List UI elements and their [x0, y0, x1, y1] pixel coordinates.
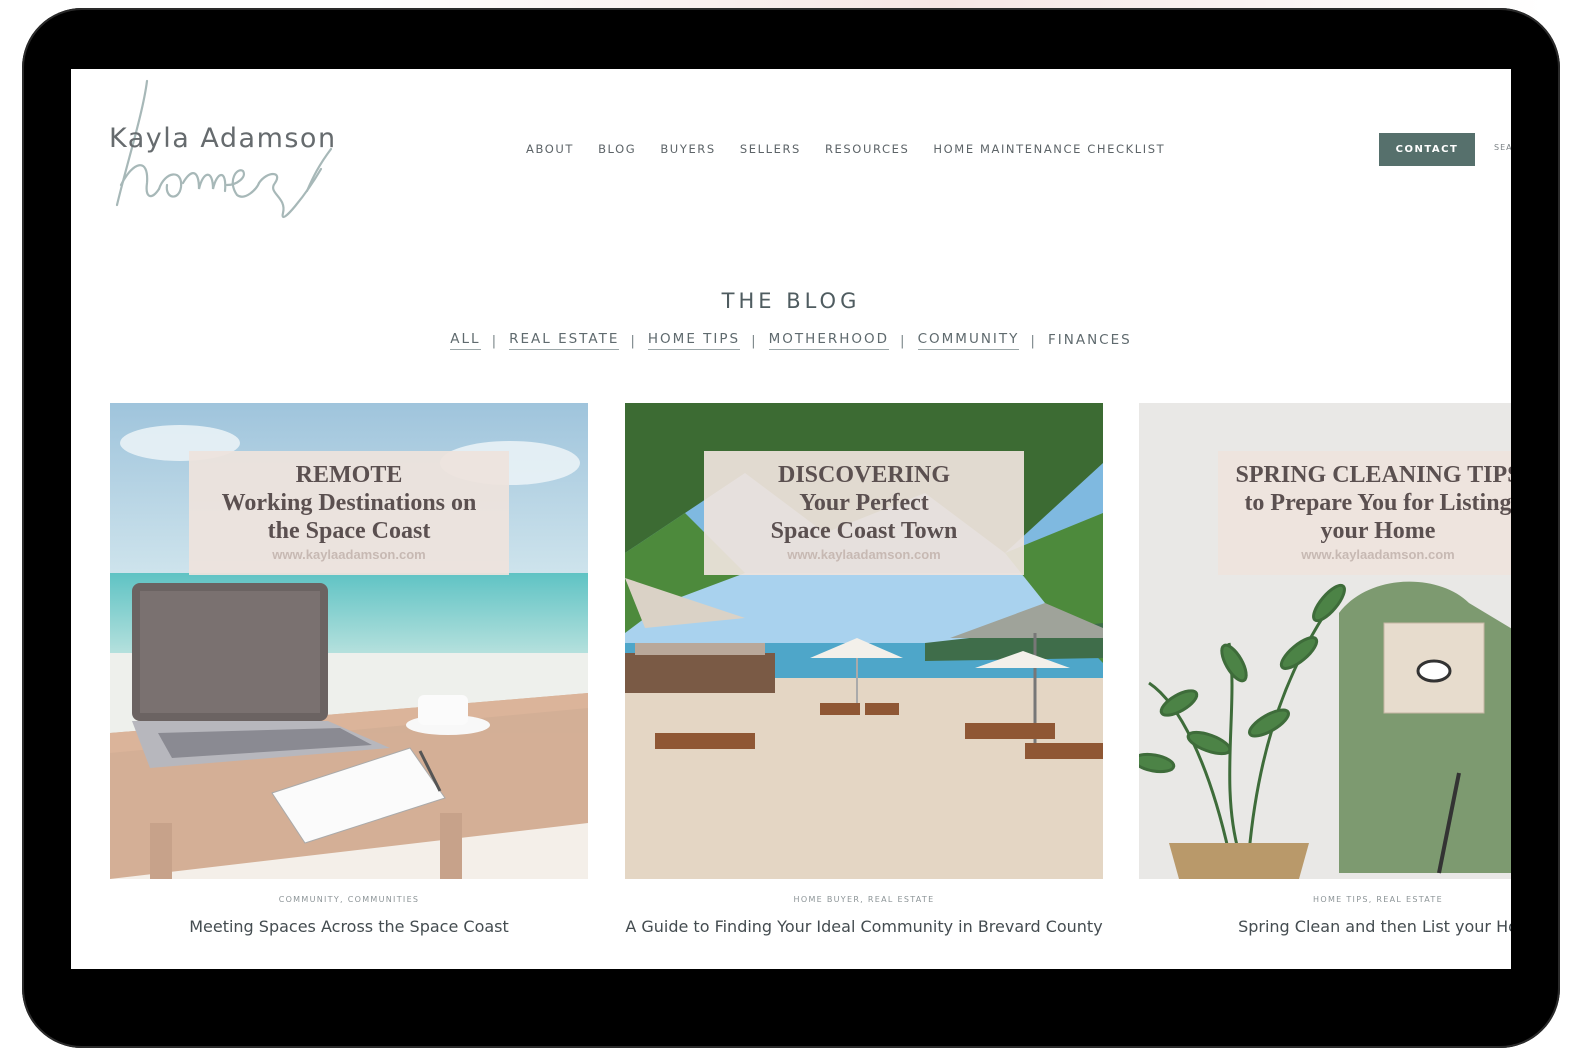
nav-blog[interactable]: BLOG — [598, 142, 636, 156]
thumbnail-url: www.kaylaadamson.com — [272, 547, 426, 562]
thumbnail-title-line: your Home — [1320, 518, 1436, 544]
post-categories[interactable]: COMMUNITY, COMMUNITIES — [110, 895, 588, 904]
filter-finances[interactable]: FINANCES — [1048, 332, 1132, 350]
filter-home-tips[interactable]: HOME TIPS — [647, 331, 741, 350]
post-categories[interactable]: HOME TIPS, REAL ESTATE — [1139, 895, 1511, 904]
main-nav: ABOUT BLOG BUYERS SELLERS RESOURCES HOME… — [526, 142, 1189, 156]
nav-about[interactable]: ABOUT — [526, 142, 574, 156]
post-title[interactable]: Meeting Spaces Across the Space Coast — [110, 916, 588, 938]
blog-card[interactable]: SPRING CLEANING TIPS to Prepare You for … — [1139, 403, 1511, 938]
thumbnail-title-line: Working Destinations on — [221, 490, 477, 516]
browser-screen: Kayla Adamson ABOUT BLOG BUYERS SELLERS … — [71, 69, 1511, 969]
post-title[interactable]: Spring Clean and then List your Ho — [1139, 916, 1511, 938]
thumbnail-title-box: DISCOVERING Your Perfect Space Coast Tow… — [704, 451, 1024, 575]
post-title[interactable]: A Guide to Finding Your Ideal Community … — [625, 916, 1103, 938]
thumbnail-url: www.kaylaadamson.com — [787, 547, 941, 562]
post-thumbnail-spring-cleaning[interactable]: SPRING CLEANING TIPS to Prepare You for … — [1139, 403, 1511, 879]
thumbnail-url: www.kaylaadamson.com — [1301, 547, 1455, 562]
thumbnail-title-line: REMOTE — [295, 462, 403, 488]
page-title: THE BLOG — [721, 289, 861, 313]
thumbnail-title-line: the Space Coast — [267, 518, 431, 544]
post-thumbnail-remote-work[interactable]: REMOTE Working Destinations on the Space… — [110, 403, 588, 879]
filter-all[interactable]: ALL — [450, 331, 481, 350]
thumbnail-title-line: Space Coast Town — [770, 518, 958, 544]
filter-separator: | — [491, 332, 499, 349]
thumbnail-title-line: SPRING CLEANING TIPS — [1235, 462, 1511, 488]
filter-separator: | — [630, 332, 637, 349]
nav-buyers[interactable]: BUYERS — [660, 142, 716, 156]
nav-home-maintenance-checklist[interactable]: HOME MAINTENANCE CHECKLIST — [933, 142, 1165, 156]
blog-card[interactable]: DISCOVERING Your Perfect Space Coast Tow… — [625, 403, 1103, 938]
post-thumbnail-discover-town[interactable]: DISCOVERING Your Perfect Space Coast Tow… — [625, 403, 1103, 879]
contact-button[interactable]: CONTACT — [1379, 133, 1475, 166]
thumbnail-title-line: Your Perfect — [799, 490, 929, 516]
blog-category-filters: ALL | REAL ESTATE | HOME TIPS | MOTHERHO… — [71, 331, 1511, 350]
search-link[interactable]: SEA — [1494, 143, 1511, 152]
nav-sellers[interactable]: SELLERS — [740, 142, 801, 156]
post-categories[interactable]: HOME BUYER, REAL ESTATE — [625, 895, 1103, 904]
filter-motherhood[interactable]: MOTHERHOOD — [768, 331, 890, 350]
site-logo[interactable]: Kayla Adamson — [107, 73, 387, 223]
nav-resources[interactable]: RESOURCES — [825, 142, 909, 156]
filter-separator: | — [1030, 332, 1037, 349]
thumbnail-title-box: SPRING CLEANING TIPS to Prepare You for … — [1218, 451, 1511, 575]
filter-real-estate[interactable]: REAL ESTATE — [509, 331, 620, 350]
thumbnail-title-box: REMOTE Working Destinations on the Space… — [189, 451, 509, 575]
filter-separator: | — [751, 332, 758, 349]
logo-name: Kayla Adamson — [109, 123, 337, 154]
thumbnail-title-line: DISCOVERING — [777, 462, 951, 488]
blog-card[interactable]: REMOTE Working Destinations on the Space… — [110, 403, 588, 938]
filter-separator: | — [900, 332, 907, 349]
filter-community[interactable]: COMMUNITY — [917, 331, 1020, 350]
thumbnail-title-line: to Prepare You for Listing — [1244, 490, 1511, 516]
